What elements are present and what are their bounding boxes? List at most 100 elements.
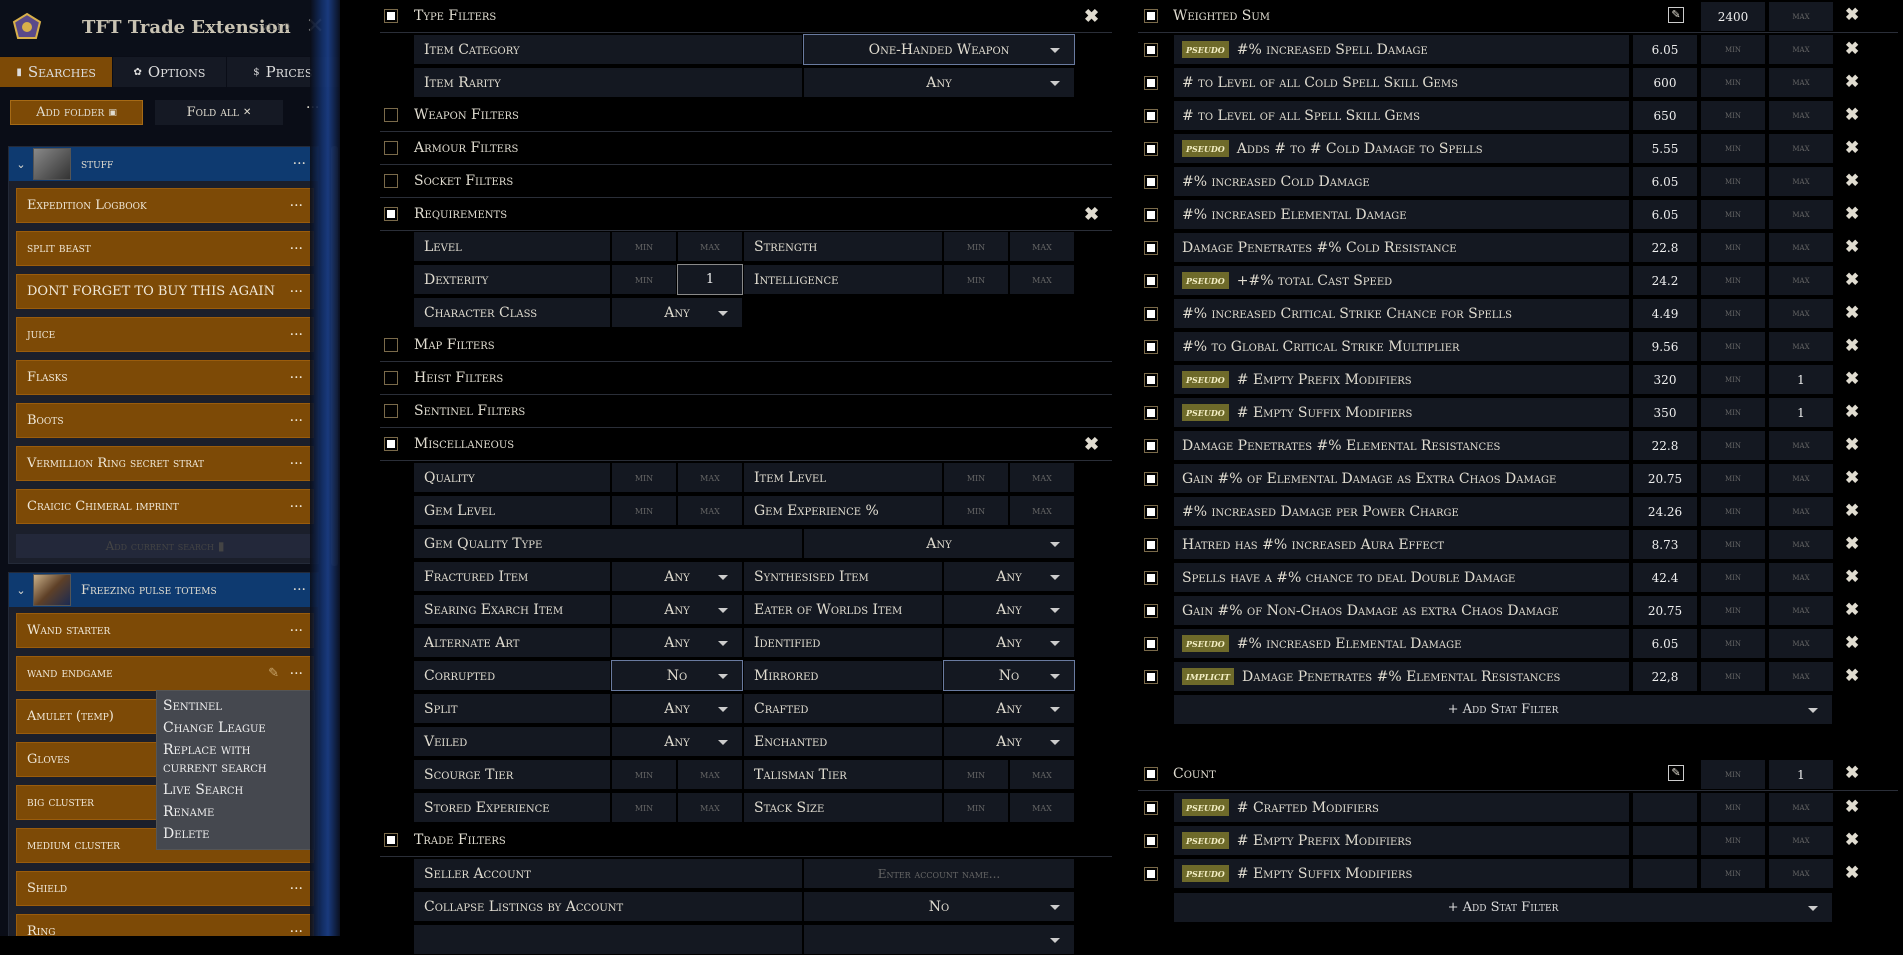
stack-max-input[interactable]: max (1009, 792, 1075, 823)
stat-min-input[interactable]: min (1700, 562, 1766, 593)
stat-checkbox[interactable] (1144, 274, 1158, 288)
remove-stat-icon[interactable]: ✖ (1845, 72, 1859, 92)
folder-header[interactable]: ⌄ stuff ··· (9, 147, 318, 181)
stat-max-input[interactable]: max (1768, 265, 1834, 296)
menu-item-sentinel[interactable]: Sentinel (157, 695, 314, 717)
remove-stat-icon[interactable]: ✖ (1845, 105, 1859, 125)
stat-weight-input[interactable]: 5.55 (1632, 133, 1698, 164)
close-icon[interactable]: ✕ (306, 14, 324, 39)
item-menu-icon[interactable]: ··· (290, 413, 303, 429)
add-folder-button[interactable]: Add folder ▣ (10, 100, 143, 125)
section-type-filters[interactable]: Type Filters ✖ (380, 0, 1112, 33)
stat-weight-input[interactable]: 320 (1632, 364, 1698, 395)
section-map-filters[interactable]: Map Filters (380, 329, 1112, 362)
stat-checkbox[interactable] (1144, 834, 1158, 848)
synthesised-select[interactable]: Any (943, 561, 1075, 592)
item-level-max-input[interactable]: max (1009, 462, 1075, 493)
section-checkbox[interactable] (384, 371, 398, 385)
gem-exp-max-input[interactable]: max (1009, 495, 1075, 526)
quality-min-input[interactable]: min (611, 462, 677, 493)
remove-stat-icon[interactable]: ✖ (1845, 303, 1859, 323)
item-category-select[interactable]: One-Handed Weapon (803, 34, 1075, 65)
stat-weight-input[interactable]: 22,8 (1632, 661, 1698, 692)
remove-stat-icon[interactable]: ✖ (1845, 138, 1859, 158)
remove-stat-icon[interactable]: ✖ (1845, 797, 1859, 817)
stat-max-input[interactable]: max (1768, 595, 1834, 626)
stat-checkbox[interactable] (1144, 505, 1158, 519)
group-checkbox[interactable] (1144, 9, 1158, 23)
intelligence-min-input[interactable]: min (943, 264, 1009, 295)
stat-weight-input[interactable]: 6.05 (1632, 166, 1698, 197)
section-checkbox[interactable] (384, 404, 398, 418)
edit-pencil-icon[interactable]: ✎ (268, 666, 279, 681)
stat-text[interactable]: Gain #% of Non-Chaos Damage as extra Cha… (1173, 595, 1630, 626)
stat-min-input[interactable]: min (1700, 397, 1766, 428)
crafted-select[interactable]: Any (943, 693, 1075, 724)
stat-max-input[interactable]: 1 (1768, 397, 1834, 428)
stat-max-input[interactable]: max (1768, 792, 1834, 823)
remove-stat-icon[interactable]: ✖ (1845, 633, 1859, 653)
stat-text[interactable]: #% increased Elemental Damage (1173, 199, 1630, 230)
edit-icon[interactable]: ✎ (1668, 7, 1684, 23)
stat-text[interactable]: Damage Penetrates #% Elemental Resistanc… (1173, 430, 1630, 461)
stat-min-input[interactable]: min (1700, 628, 1766, 659)
remove-stat-icon[interactable]: ✖ (1845, 402, 1859, 422)
stat-max-input[interactable]: max (1768, 100, 1834, 131)
talisman-min-input[interactable]: min (943, 759, 1009, 790)
stat-text[interactable]: pseudo # Empty Prefix Modifiers (1173, 825, 1630, 856)
chevron-down-icon[interactable]: ⌄ (9, 158, 33, 171)
stat-max-input[interactable]: max (1768, 496, 1834, 527)
stat-min-input[interactable]: min (1700, 34, 1766, 65)
remove-stat-icon[interactable]: ✖ (1845, 468, 1859, 488)
add-current-search-button[interactable]: Add current search ▮ (16, 534, 314, 558)
item-menu-icon[interactable]: ··· (290, 623, 303, 639)
stat-weight-input[interactable] (1632, 825, 1698, 856)
stat-min-input[interactable]: min (1700, 858, 1766, 889)
remove-stat-icon[interactable]: ✖ (1845, 501, 1859, 521)
search-item[interactable]: Vermillion Ring secret strat ··· (16, 446, 314, 481)
stat-checkbox[interactable] (1144, 670, 1158, 684)
stat-weight-input[interactable]: 650 (1632, 100, 1698, 131)
stat-checkbox[interactable] (1144, 109, 1158, 123)
remove-stat-icon[interactable]: ✖ (1845, 270, 1859, 290)
stat-max-input[interactable]: max (1768, 199, 1834, 230)
remove-group-icon[interactable]: ✖ (1845, 5, 1859, 25)
stat-min-input[interactable]: min (1700, 67, 1766, 98)
stat-checkbox[interactable] (1144, 801, 1158, 815)
stat-max-input[interactable]: max (1768, 133, 1834, 164)
sidebar-scrollbar[interactable] (331, 146, 338, 566)
stat-weight-input[interactable]: 350 (1632, 397, 1698, 428)
stat-weight-input[interactable]: 22.8 (1632, 232, 1698, 263)
stat-max-input[interactable]: max (1768, 661, 1834, 692)
section-sentinel-filters[interactable]: Sentinel Filters (380, 395, 1112, 428)
stat-checkbox[interactable] (1144, 76, 1158, 90)
chevron-down-icon[interactable]: ⌄ (9, 584, 33, 597)
section-checkbox[interactable] (384, 437, 398, 451)
search-item[interactable]: juice ··· (16, 317, 314, 352)
stat-checkbox[interactable] (1144, 538, 1158, 552)
weighted-max-input[interactable]: max (1768, 1, 1834, 32)
stat-max-input[interactable]: max (1768, 463, 1834, 494)
item-menu-icon[interactable]: ··· (290, 284, 303, 300)
stat-min-input[interactable]: min (1700, 595, 1766, 626)
gem-exp-min-input[interactable]: min (943, 495, 1009, 526)
section-heist-filters[interactable]: Heist Filters (380, 362, 1112, 395)
stat-min-input[interactable]: min (1700, 430, 1766, 461)
stat-checkbox[interactable] (1144, 472, 1158, 486)
search-item[interactable]: Wand starter ··· (16, 613, 314, 648)
section-checkbox[interactable] (384, 141, 398, 155)
section-checkbox[interactable] (384, 833, 398, 847)
remove-stat-icon[interactable]: ✖ (1845, 666, 1859, 686)
stat-max-input[interactable]: max (1768, 166, 1834, 197)
stat-min-input[interactable]: min (1700, 265, 1766, 296)
folder-header[interactable]: ⌄ Freezing pulse totems ··· (9, 573, 318, 607)
search-item[interactable]: Expedition Logbook ··· (16, 188, 314, 223)
stat-max-input[interactable]: max (1768, 562, 1834, 593)
menu-item-live-search[interactable]: Live Search (157, 779, 314, 801)
stat-max-input[interactable]: max (1768, 67, 1834, 98)
search-item[interactable]: Flasks ··· (16, 360, 314, 395)
group-checkbox[interactable] (1144, 767, 1158, 781)
tab-prices[interactable]: $ Prices (226, 57, 340, 87)
folder-menu-icon[interactable]: ··· (293, 582, 306, 598)
stat-text[interactable]: Spells have a #% chance to deal Double D… (1173, 562, 1630, 593)
